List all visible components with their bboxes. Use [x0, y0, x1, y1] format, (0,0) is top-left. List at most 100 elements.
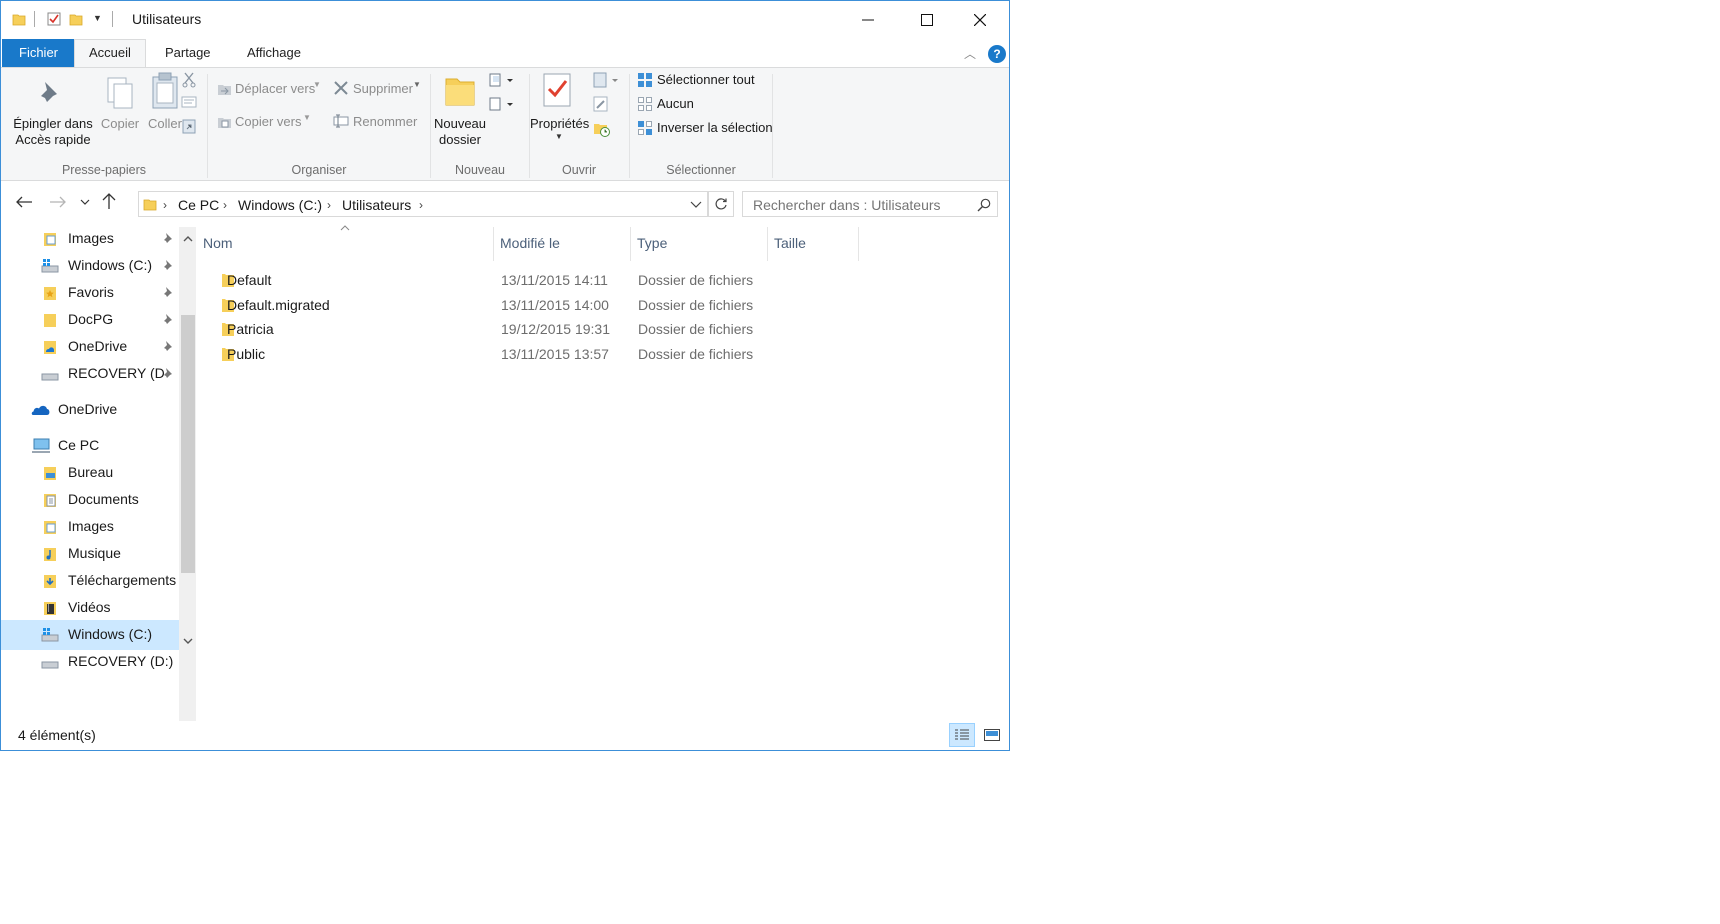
move-to-icon	[218, 85, 231, 95]
pin-icon[interactable]	[161, 340, 173, 352]
folder-icon	[44, 314, 56, 327]
forward-icon[interactable]	[49, 195, 67, 209]
close-button[interactable]	[951, 1, 1009, 39]
nav-item-favoris[interactable]: Favoris	[1, 278, 179, 308]
column-header-type[interactable]: Type	[637, 235, 667, 251]
address-input[interactable]: › Ce PC › Windows (C:) › Utilisateurs ›	[138, 191, 708, 217]
nav-item-onedrive[interactable]: OneDrive	[1, 395, 179, 425]
select-none-button[interactable]: Aucun	[635, 94, 771, 114]
customize-quick-access-icon[interactable]: ▼	[93, 13, 102, 23]
rename-label: Renommer	[353, 114, 418, 129]
nav-item-docpg[interactable]: DocPG	[1, 305, 179, 335]
edit-icon[interactable]	[593, 96, 609, 112]
collapse-ribbon-icon[interactable]: ︿	[964, 45, 976, 62]
scroll-down-icon[interactable]	[183, 637, 193, 645]
new-item-icon[interactable]	[489, 72, 515, 88]
nav-item-bureau[interactable]: Bureau	[1, 458, 179, 488]
copy-label: Copier	[100, 116, 140, 131]
scroll-up-icon[interactable]	[183, 235, 193, 243]
nav-item-onedrive-quick[interactable]: OneDrive	[1, 332, 179, 362]
videos-folder-icon	[44, 602, 56, 615]
easy-access-icon[interactable]	[489, 96, 515, 112]
title-bar: ▼ Utilisateurs	[1, 1, 1009, 39]
open-icon[interactable]	[593, 72, 619, 88]
rename-button[interactable]: Renommer	[331, 111, 423, 133]
status-bar: 4 élément(s)	[1, 721, 1009, 750]
nav-item-images-pc[interactable]: Images	[1, 512, 179, 542]
new-group-label: Nouveau	[454, 163, 506, 177]
tab-file[interactable]: Fichier	[2, 39, 76, 67]
file-row[interactable]: Patricia 19/12/2015 19:31 Dossier de fic…	[220, 316, 880, 343]
nav-item-telechargements[interactable]: Téléchargements	[1, 566, 179, 596]
new-folder-icon[interactable]	[69, 12, 83, 26]
nav-item-windows-c[interactable]: Windows (C:)	[1, 251, 179, 281]
pin-icon[interactable]	[161, 286, 173, 298]
search-input[interactable]	[751, 195, 965, 215]
minimize-icon	[862, 19, 874, 21]
tab-view[interactable]: Affichage	[233, 39, 315, 67]
nav-label: Images	[68, 518, 114, 534]
dropdown-arrow-icon: ▼	[555, 132, 563, 141]
tab-share[interactable]: Partage	[151, 39, 225, 67]
cut-icon[interactable]	[182, 72, 196, 88]
copy-button[interactable]: Copier	[97, 74, 143, 154]
tab-home[interactable]: Accueil	[74, 39, 146, 67]
breadcrumb-this-pc[interactable]: Ce PC	[178, 197, 219, 213]
large-icons-view-button[interactable]	[979, 723, 1005, 747]
invert-selection-button[interactable]: Inverser la sélection	[635, 118, 773, 138]
file-row[interactable]: Public 13/11/2015 13:57 Dossier de fichi…	[220, 341, 880, 368]
history-icon[interactable]	[593, 120, 611, 138]
column-divider[interactable]	[858, 227, 859, 261]
refresh-button[interactable]	[708, 191, 734, 217]
nav-label: Bureau	[68, 464, 114, 480]
nav-label: Musique	[68, 545, 121, 561]
nav-item-this-pc[interactable]: Ce PC	[1, 431, 179, 461]
nav-label: Images	[68, 230, 114, 246]
nav-item-videos[interactable]: Vidéos	[1, 593, 179, 623]
details-view-button[interactable]	[949, 723, 975, 747]
pin-icon[interactable]	[161, 259, 173, 271]
column-divider[interactable]	[630, 227, 631, 261]
paste-shortcut-icon[interactable]	[182, 118, 196, 134]
pin-icon[interactable]	[161, 367, 173, 379]
new-folder-label-2: dossier	[439, 132, 481, 147]
file-row[interactable]: Default 13/11/2015 14:11 Dossier de fich…	[220, 267, 880, 294]
move-to-button[interactable]: Déplacer vers ▼	[215, 78, 325, 100]
column-divider[interactable]	[493, 227, 494, 261]
nav-item-windows-c-selected[interactable]: Windows (C:)	[1, 620, 179, 650]
column-header-size[interactable]: Taille	[774, 235, 806, 251]
new-folder-button[interactable]: Nouveau dossier	[433, 70, 487, 158]
delete-button[interactable]: Supprimer ▼	[331, 78, 423, 100]
properties-icon[interactable]	[47, 12, 61, 26]
breadcrumb-windows-c[interactable]: Windows (C:)	[238, 197, 322, 213]
search-box[interactable]	[742, 191, 998, 217]
back-icon[interactable]	[15, 195, 33, 209]
select-all-button[interactable]: Sélectionner tout	[635, 70, 771, 90]
chevron-down-icon[interactable]	[690, 201, 702, 209]
select-all-label: Sélectionner tout	[657, 72, 755, 87]
nav-item-musique[interactable]: Musique	[1, 539, 179, 569]
maximize-button[interactable]	[898, 1, 956, 39]
nav-item-recovery-quick[interactable]: RECOVERY (D	[1, 359, 179, 389]
properties-button[interactable]: Propriétés ▼	[530, 70, 589, 160]
nav-scrollbar-thumb[interactable]	[181, 315, 195, 573]
pin-icon[interactable]	[161, 313, 173, 325]
copy-to-button[interactable]: Copier vers ▼	[215, 111, 325, 133]
file-row[interactable]: Default.migrated 13/11/2015 14:00 Dossie…	[220, 292, 880, 319]
paste-label: Coller	[148, 116, 182, 131]
up-icon[interactable]	[101, 192, 117, 210]
help-icon[interactable]: ?	[988, 45, 1006, 63]
pin-quick-access-button[interactable]: Épingler dans Accès rapide	[7, 74, 93, 160]
breadcrumb-users[interactable]: Utilisateurs	[342, 197, 411, 213]
recent-locations-icon[interactable]	[80, 198, 90, 206]
column-header-name[interactable]: Nom	[203, 235, 233, 251]
nav-item-documents[interactable]: Documents	[1, 485, 179, 515]
nav-item-images[interactable]: Images	[1, 227, 179, 254]
column-divider[interactable]	[767, 227, 768, 261]
minimize-button[interactable]	[839, 1, 897, 39]
paste-button[interactable]: Coller	[145, 70, 185, 154]
pin-icon[interactable]	[161, 232, 173, 244]
copy-path-icon[interactable]	[181, 96, 197, 108]
nav-item-recovery[interactable]: RECOVERY (D:)	[1, 647, 179, 677]
column-header-modified[interactable]: Modifié le	[500, 235, 560, 251]
